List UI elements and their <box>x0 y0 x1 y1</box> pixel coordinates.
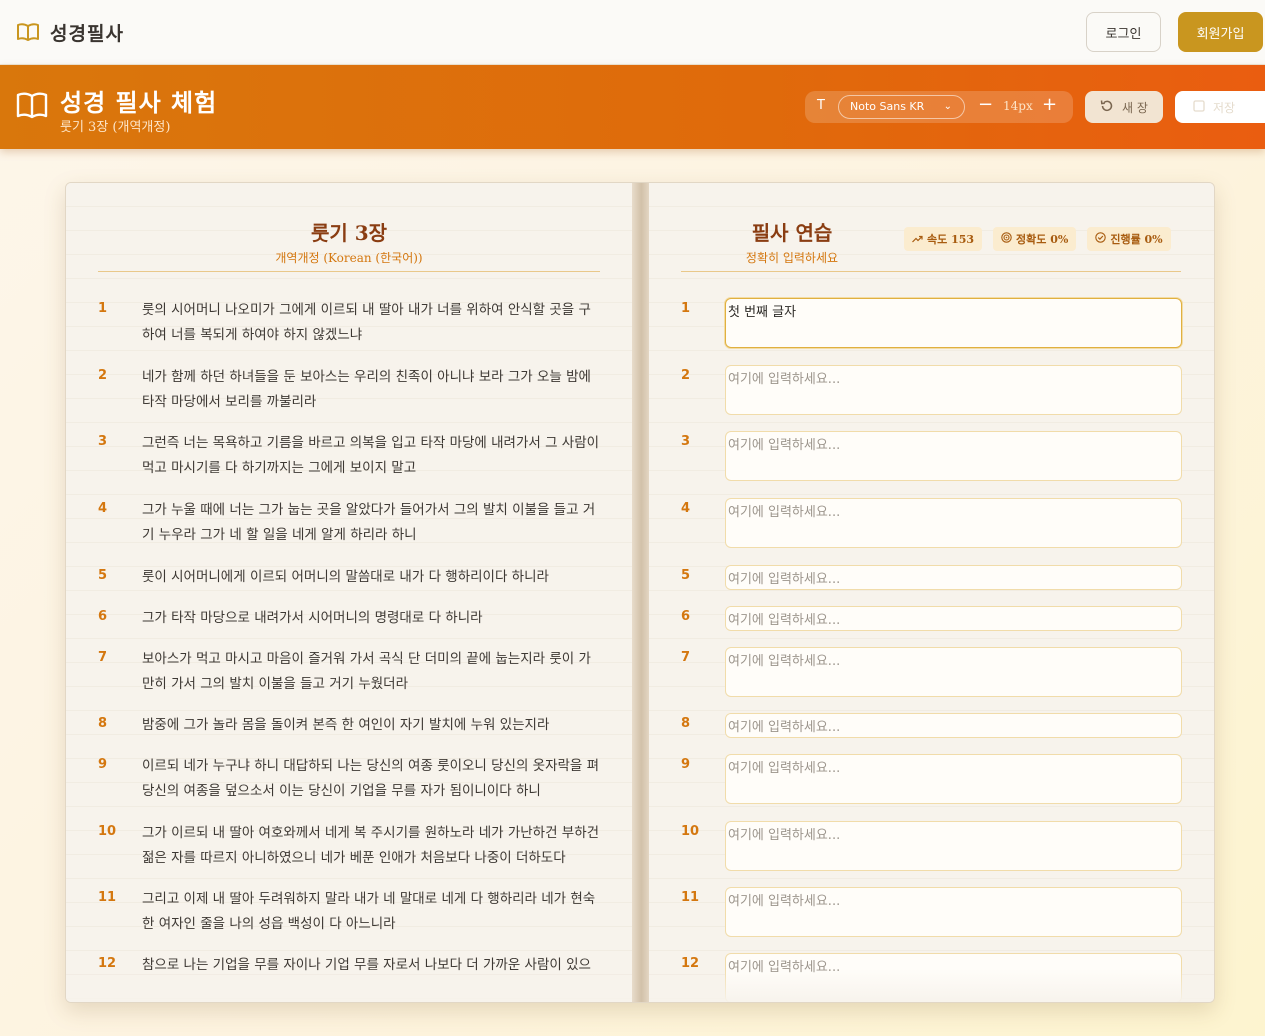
practice-verse-number: 9 <box>681 757 691 772</box>
verse-text: 그리고 이제 내 딸아 두려워하지 말라 내가 네 말대로 네게 다 행하리라 … <box>142 891 596 932</box>
title-divider <box>681 271 1181 272</box>
practice-header: 성경 필사 체험 룻기 3장 (개역개정) T Noto Sans KR ⌄ −… <box>0 65 1265 149</box>
verse-text: 네가 함께 하던 하녀들을 둔 보아스는 우리의 친족이 아니냐 보라 그가 오… <box>142 369 591 410</box>
page-fade <box>649 969 1214 1002</box>
verse-input[interactable] <box>725 821 1182 871</box>
book-spine <box>632 183 649 1002</box>
verse-number: 4 <box>98 501 108 516</box>
font-size-value: 14px <box>1003 99 1033 113</box>
font-increase-button[interactable]: + <box>1042 94 1057 115</box>
open-book-icon <box>16 91 48 125</box>
verse-input[interactable] <box>725 365 1182 415</box>
page-fade <box>66 969 632 1002</box>
verse-input[interactable] <box>725 754 1182 804</box>
verse-number: 5 <box>98 568 108 583</box>
scripture-title: 룻기 3장 <box>310 221 388 245</box>
verse-number: 7 <box>98 650 108 665</box>
login-button[interactable]: 로그인 <box>1086 12 1161 52</box>
page-title: 성경 필사 체험 <box>60 88 218 117</box>
verse-text: 이르되 네가 누구냐 하니 대답하되 나는 당신의 여종 룻이오니 당신의 옷자… <box>142 758 600 799</box>
verse-input[interactable] <box>725 647 1182 697</box>
practice-verse-number: 11 <box>681 890 700 905</box>
save-button[interactable]: 저장 <box>1175 91 1265 123</box>
target-icon <box>1001 232 1012 246</box>
verse-text: 그가 이르되 내 딸아 여호와께서 네게 복 주시기를 원하노라 네가 가난하건… <box>142 825 600 866</box>
accuracy-value: 정확도 0% <box>1016 233 1069 246</box>
chapter-subtitle: 룻기 3장 (개역개정) <box>60 120 171 135</box>
verse-text: 그런즉 너는 목욕하고 기름을 바르고 의복을 입고 타작 마당에 내려가서 그… <box>142 435 600 476</box>
practice-subtitle: 정확히 입력하세요 <box>745 251 839 265</box>
verse-input[interactable] <box>725 606 1182 631</box>
verse-number: 10 <box>98 824 117 839</box>
verse-input[interactable]: 첫 번째 글자 <box>725 298 1182 348</box>
new-chapter-button[interactable]: 새 장 <box>1085 91 1163 123</box>
practice-verse-number: 4 <box>681 501 691 516</box>
practice-title: 필사 연습 <box>751 221 833 245</box>
new-chapter-label: 새 장 <box>1122 100 1148 115</box>
title-divider <box>98 271 600 272</box>
check-circle-icon <box>1095 232 1107 246</box>
book-icon <box>16 22 40 42</box>
practice-verse-number: 8 <box>681 716 691 731</box>
signup-button[interactable]: 회원가입 <box>1178 12 1263 52</box>
practice-verse-number: 7 <box>681 650 691 665</box>
scripture-version: 개역개정 (Korean (한국어)) <box>275 251 423 265</box>
verse-text: 보아스가 먹고 마시고 마음이 즐거워 가서 곡식 단 더미의 끝에 눕는지라 … <box>142 651 591 692</box>
trend-up-icon <box>912 233 923 246</box>
verse-number: 9 <box>98 757 108 772</box>
practice-verse-number: 5 <box>681 568 691 583</box>
font-toolbar: T Noto Sans KR ⌄ − 14px + <box>805 91 1073 123</box>
verse-number: 2 <box>98 368 108 383</box>
verse-number: 3 <box>98 434 108 449</box>
practice-verse-number: 2 <box>681 368 691 383</box>
verse-number: 6 <box>98 609 108 624</box>
save-icon <box>1193 99 1205 115</box>
verse-input[interactable] <box>725 431 1182 481</box>
verse-number: 1 <box>98 301 108 316</box>
top-nav: 성경필사 로그인 회원가입 <box>0 0 1265 65</box>
save-label: 저장 <box>1213 100 1236 115</box>
practice-verse-number: 1 <box>681 301 691 316</box>
speed-value: 속도 153 <box>927 233 975 246</box>
speed-badge: 속도 153 <box>904 227 983 251</box>
font-decrease-button[interactable]: − <box>978 94 993 115</box>
font-family-select[interactable]: Noto Sans KR ⌄ <box>838 95 965 119</box>
refresh-icon <box>1100 99 1114 116</box>
verse-text: 룻의 시어머니 나오미가 그에게 이르되 내 딸아 내가 너를 위하여 안식할 … <box>142 302 591 343</box>
verse-text: 밤중에 그가 놀라 몸을 돌이켜 본즉 한 여인이 자기 발치에 누워 있는지라 <box>142 717 550 733</box>
bible-book: 룻기 3장 개역개정 (Korean (한국어)) 1 룻의 시어머니 나오미가 … <box>65 182 1215 1003</box>
font-type-icon: T <box>817 98 825 113</box>
practice-verse-number: 6 <box>681 609 691 624</box>
verse-text: 룻이 시어머니에게 이르되 어머니의 말씀대로 내가 다 행하리이다 하니라 <box>142 569 549 585</box>
scripture-page: 룻기 3장 개역개정 (Korean (한국어)) 1 룻의 시어머니 나오미가 … <box>66 183 632 1002</box>
progress-value: 진행률 0% <box>1110 233 1163 246</box>
practice-page: 필사 연습 정확히 입력하세요 속도 153 정확도 0% 진행률 0% 1 첫… <box>649 183 1214 1002</box>
verse-input[interactable] <box>725 887 1182 937</box>
verse-input[interactable] <box>725 565 1182 590</box>
typing-stats: 속도 153 정확도 0% 진행률 0% <box>904 227 1171 251</box>
verse-number: 11 <box>98 890 117 905</box>
verse-number: 8 <box>98 716 108 731</box>
verse-input[interactable] <box>725 498 1182 548</box>
verse-input[interactable] <box>725 713 1182 738</box>
accuracy-badge: 정확도 0% <box>993 227 1077 251</box>
practice-verse-number: 3 <box>681 434 691 449</box>
verse-text: 그가 누울 때에 너는 그가 눕는 곳을 알았다가 들어가서 그의 발치 이불을… <box>142 502 596 543</box>
font-family-value: Noto Sans KR <box>850 100 925 113</box>
chevron-down-icon: ⌄ <box>943 101 952 112</box>
brand-name: 성경필사 <box>50 22 124 45</box>
verse-text: 그가 타작 마당으로 내려가서 시어머니의 명령대로 다 하니라 <box>142 610 483 626</box>
practice-verse-number: 10 <box>681 824 700 839</box>
brand[interactable]: 성경필사 <box>16 19 124 46</box>
progress-badge: 진행률 0% <box>1087 227 1171 251</box>
